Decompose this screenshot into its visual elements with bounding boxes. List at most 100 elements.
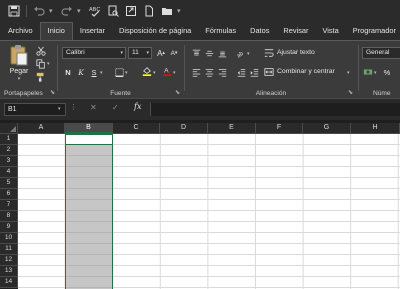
row-header-2[interactable]: 2 — [0, 145, 18, 156]
column-header-c[interactable]: C — [113, 123, 160, 134]
accounting-format-icon[interactable] — [362, 66, 374, 78]
tab-inicio[interactable]: Inicio — [39, 22, 73, 40]
column-header-b[interactable]: B — [65, 123, 113, 134]
row-header-1[interactable]: 1 — [0, 134, 18, 145]
undo-dropdown-icon[interactable]: ▾ — [49, 7, 57, 15]
select-all-button[interactable] — [0, 123, 18, 134]
paste-icon — [10, 45, 28, 66]
accounting-format-dropdown-icon[interactable]: ▾ — [374, 70, 377, 76]
name-box[interactable]: B1 — [4, 103, 66, 116]
row-header-6[interactable]: 6 — [0, 189, 18, 200]
cut-icon[interactable] — [35, 45, 47, 57]
percent-style-icon[interactable]: % — [381, 66, 393, 78]
column-header-e[interactable]: E — [208, 123, 256, 134]
wrap-text-icon[interactable] — [263, 47, 275, 59]
alignment-launcher-icon[interactable]: ⬊ — [348, 89, 353, 96]
font-launcher-icon[interactable]: ⬊ — [175, 89, 180, 96]
merge-center-button[interactable]: Combinar y centrar — [277, 68, 335, 75]
svg-text:ab: ab — [236, 51, 245, 58]
fill-color-dropdown-icon[interactable]: ▾ — [153, 70, 156, 76]
row-header-14[interactable]: 14 — [0, 277, 18, 288]
alignment-group: ab ▾ Ajustar texto Combinar y centrar ▾ … — [185, 41, 357, 98]
name-box-dropdown-icon[interactable]: ▾ — [58, 106, 61, 112]
clipboard-launcher-icon[interactable]: ⬊ — [50, 89, 55, 96]
undo-icon[interactable] — [31, 3, 47, 19]
column-header-a[interactable]: A — [18, 123, 65, 134]
underline-dropdown-icon[interactable]: ▾ — [100, 70, 103, 76]
font-name-combo[interactable]: Calibri ▾ — [62, 47, 126, 59]
row-header-11[interactable]: 11 — [0, 244, 18, 255]
active-cell-b1[interactable] — [65, 134, 113, 145]
share-icon[interactable] — [123, 3, 139, 19]
orientation-icon[interactable]: ab — [235, 47, 247, 59]
align-left-icon[interactable] — [190, 66, 202, 78]
customize-toolbar-icon[interactable]: ▾ — [177, 7, 185, 15]
selected-column-b[interactable] — [65, 134, 113, 289]
row-header-5[interactable]: 5 — [0, 178, 18, 189]
column-header-g[interactable]: G — [303, 123, 351, 134]
tab-revisar[interactable]: Revisar — [276, 22, 315, 40]
align-top-icon[interactable] — [190, 47, 202, 59]
borders-icon[interactable] — [113, 66, 125, 78]
font-size-dropdown-icon: ▾ — [146, 50, 149, 56]
align-right-icon[interactable] — [216, 66, 228, 78]
tab-disposicion-de-pagina[interactable]: Disposición de página — [112, 22, 198, 40]
save-icon[interactable] — [6, 3, 22, 19]
decrease-indent-icon[interactable] — [235, 66, 247, 78]
tab-vista[interactable]: Vista — [315, 22, 345, 40]
column-header-f[interactable]: F — [256, 123, 303, 134]
row-header-3[interactable]: 3 — [0, 156, 18, 167]
row-header-8[interactable]: 8 — [0, 211, 18, 222]
align-middle-icon[interactable] — [203, 47, 215, 59]
decrease-font-size-icon[interactable]: A ▾ — [168, 47, 180, 59]
tab-insertar[interactable]: Insertar — [73, 22, 112, 40]
copy-icon[interactable] — [35, 58, 47, 70]
spelling-icon[interactable]: ABC — [87, 3, 103, 19]
new-file-icon[interactable] — [141, 3, 157, 19]
font-name-value: Calibri — [66, 49, 85, 56]
column-header-d[interactable]: D — [160, 123, 208, 134]
column-header-h[interactable]: H — [351, 123, 400, 134]
number-format-combo[interactable]: General — [362, 47, 400, 59]
font-color-dropdown-icon[interactable]: ▾ — [173, 70, 176, 76]
paste-label: Pegar — [9, 68, 29, 75]
merge-center-dropdown-icon[interactable]: ▾ — [347, 70, 350, 76]
tab-programador[interactable]: Programador — [346, 22, 400, 40]
row-header-12[interactable]: 12 — [0, 255, 18, 266]
tab-archivo[interactable]: Archivo — [2, 22, 40, 40]
increase-font-size-icon[interactable]: A ▴ — [155, 47, 167, 59]
borders-dropdown-icon[interactable]: ▾ — [125, 70, 128, 76]
row-header-7[interactable]: 7 — [0, 200, 18, 211]
italic-button[interactable]: K — [75, 66, 87, 78]
orientation-dropdown-icon[interactable]: ▾ — [247, 51, 250, 57]
row-header-13[interactable]: 13 — [0, 266, 18, 277]
insert-function-button[interactable]: fx — [134, 102, 141, 111]
redo-dropdown-icon[interactable]: ▾ — [77, 7, 85, 15]
row-header-9[interactable]: 9 — [0, 222, 18, 233]
enter-icon[interactable]: ✓ — [112, 103, 119, 112]
formula-input[interactable] — [150, 103, 400, 116]
format-painter-icon[interactable] — [35, 71, 47, 83]
open-folder-icon[interactable] — [159, 3, 175, 19]
redo-icon[interactable] — [59, 3, 75, 19]
tab-datos[interactable]: Datos — [243, 22, 276, 40]
formula-bar-grip-icon[interactable]: ⋮ — [70, 103, 77, 111]
paste-button[interactable]: Pegar ▾ — [6, 44, 32, 82]
bold-button[interactable]: N — [62, 66, 74, 78]
underline-button[interactable]: S — [88, 66, 100, 78]
align-center-icon[interactable] — [203, 66, 215, 78]
row-header-10[interactable]: 10 — [0, 233, 18, 244]
align-bottom-icon[interactable] — [216, 47, 228, 59]
copy-dropdown-icon[interactable]: ▾ — [47, 61, 50, 67]
increase-indent-icon[interactable] — [248, 66, 260, 78]
fill-color-icon[interactable] — [141, 65, 153, 77]
font-size-combo[interactable]: 11 ▾ — [128, 47, 152, 59]
wrap-text-button[interactable]: Ajustar texto — [277, 49, 315, 56]
font-color-icon[interactable]: A — [161, 65, 173, 77]
cancel-icon[interactable]: ✕ — [90, 103, 97, 112]
print-preview-icon[interactable] — [105, 3, 121, 19]
tab-formulas[interactable]: Fórmulas — [198, 22, 243, 40]
merge-center-icon[interactable] — [263, 66, 275, 78]
font-group-label: Fuente — [110, 90, 131, 97]
row-header-4[interactable]: 4 — [0, 167, 18, 178]
